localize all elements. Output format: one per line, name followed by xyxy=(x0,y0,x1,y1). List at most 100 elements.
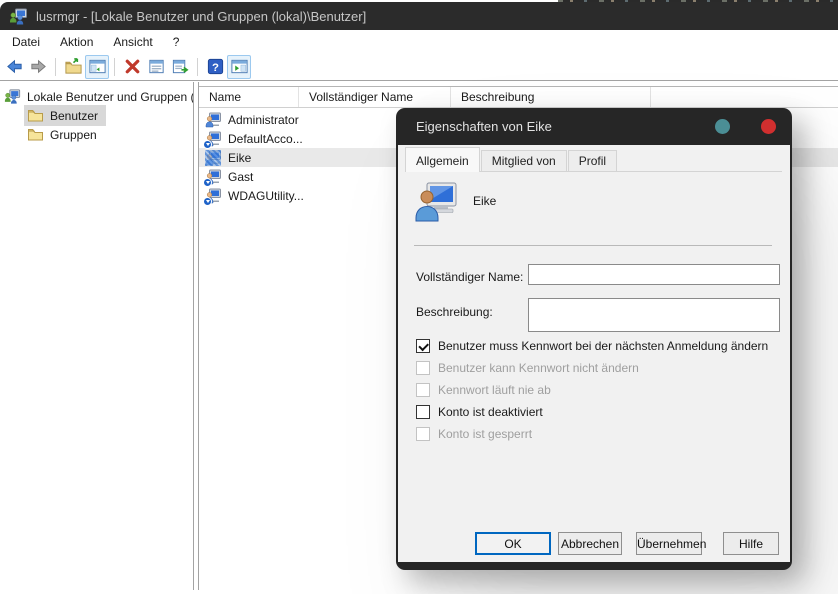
show-action-pane-button[interactable] xyxy=(227,55,251,79)
checkbox-cannot-change-password[interactable]: Benutzer kann Kennwort nicht ändern xyxy=(416,361,639,375)
sidebar-item-label: Benutzer xyxy=(50,109,98,123)
checkbox-icon xyxy=(416,339,430,353)
user-icon xyxy=(205,112,221,128)
svg-text:?: ? xyxy=(212,62,219,74)
sidebar-item-label: Gruppen xyxy=(50,128,97,142)
properties-icon xyxy=(147,57,166,76)
user-header: Eike xyxy=(414,180,772,230)
menu-aktion[interactable]: Aktion xyxy=(50,32,103,52)
checkbox-label: Konto ist gesperrt xyxy=(438,427,532,441)
window-titlebar[interactable]: lusrmgr - [Lokale Benutzer und Gruppen (… xyxy=(0,2,838,30)
checkbox-icon xyxy=(416,383,430,397)
dialog-body: Allgemein Mitglied von Profil Ei xyxy=(398,145,790,562)
help-icon: ? xyxy=(206,57,225,76)
checkbox-label: Benutzer kann Kennwort nicht ändern xyxy=(438,361,639,375)
user-name-label: Eike xyxy=(473,194,496,208)
tab-mitglied-von[interactable]: Mitglied von xyxy=(481,150,567,171)
toolbar: ? xyxy=(0,53,838,81)
tab-page-allgemein: Eike Vollständiger Name: Beschreibung: B… xyxy=(405,172,782,562)
tab-allgemein[interactable]: Allgemein xyxy=(405,147,480,172)
sidebar-item-gruppen[interactable]: Gruppen xyxy=(0,125,193,144)
dialog-title: Eigenschaften von Eike xyxy=(416,119,684,134)
full-name-label: Vollständiger Name: xyxy=(416,270,523,284)
column-header-filler xyxy=(651,87,838,107)
row-name: Gast xyxy=(228,170,253,184)
help-button-dialog[interactable]: Hilfe xyxy=(723,532,779,555)
up-level-folder-icon xyxy=(64,57,83,76)
dialog-titlebar[interactable]: Eigenschaften von Eike xyxy=(398,108,790,145)
back-icon xyxy=(5,57,24,76)
disabled-badge-icon xyxy=(203,178,212,187)
checkbox-account-disabled[interactable]: Konto ist deaktiviert xyxy=(416,405,543,419)
menu-ansicht[interactable]: Ansicht xyxy=(103,32,162,52)
row-name: Eike xyxy=(228,151,251,165)
row-name: DefaultAcco... xyxy=(228,132,303,146)
export-list-icon xyxy=(171,57,190,76)
description-label: Beschreibung: xyxy=(416,305,493,319)
checkbox-account-locked[interactable]: Konto ist gesperrt xyxy=(416,427,532,441)
menu-datei[interactable]: Datei xyxy=(2,32,50,52)
lusrmgr-snapin-icon xyxy=(4,88,21,105)
toolbar-separator xyxy=(55,58,56,76)
console-tree-pane: Lokale Benutzer und Gruppen (lokal) Benu… xyxy=(0,82,193,590)
column-header-beschreibung[interactable]: Beschreibung xyxy=(451,87,651,107)
checkbox-icon xyxy=(416,361,430,375)
description-input[interactable] xyxy=(528,298,780,332)
action-pane-icon xyxy=(230,57,249,76)
show-console-tree-button[interactable] xyxy=(85,55,109,79)
checkbox-label: Kennwort läuft nie ab xyxy=(438,383,551,397)
window-title: lusrmgr - [Lokale Benutzer und Gruppen (… xyxy=(36,9,366,24)
row-name: WDAGUtility... xyxy=(228,189,304,203)
forward-icon xyxy=(29,57,48,76)
menu-hilfe[interactable]: ? xyxy=(163,32,190,52)
toolbar-separator xyxy=(114,58,115,76)
tab-strip: Allgemein Mitglied von Profil xyxy=(405,147,782,172)
column-header-vollstaendiger-name[interactable]: Vollständiger Name xyxy=(299,87,451,107)
lusrmgr-app-icon xyxy=(9,7,28,26)
dialog-button-row: OK Abbrechen Übernehmen Hilfe xyxy=(405,532,782,556)
forward-button[interactable] xyxy=(26,55,50,79)
separator-line xyxy=(414,245,772,246)
checkbox-label: Konto ist deaktiviert xyxy=(438,405,543,419)
tab-profil[interactable]: Profil xyxy=(568,150,617,171)
list-header: Name Vollständiger Name Beschreibung xyxy=(199,86,838,108)
checkbox-must-change-password[interactable]: Benutzer muss Kennwort bei der nächsten … xyxy=(416,339,768,353)
tree-selection: Benutzer xyxy=(24,105,106,126)
close-button[interactable] xyxy=(761,119,776,134)
sidebar-item-benutzer[interactable]: Benutzer xyxy=(0,106,193,125)
minimize-button[interactable] xyxy=(715,119,730,134)
full-name-input[interactable] xyxy=(528,264,780,285)
folder-icon xyxy=(27,107,44,124)
user-account-icon xyxy=(414,180,458,224)
ok-button[interactable]: OK xyxy=(475,532,551,555)
delete-button[interactable] xyxy=(120,55,144,79)
back-button[interactable] xyxy=(2,55,26,79)
user-disabled-icon xyxy=(205,169,221,185)
tree-root-label: Lokale Benutzer und Gruppen (lokal) xyxy=(27,90,193,104)
checkbox-password-never-expires[interactable]: Kennwort läuft nie ab xyxy=(416,383,551,397)
menu-bar: Datei Aktion Ansicht ? xyxy=(0,30,838,53)
export-list-button[interactable] xyxy=(168,55,192,79)
properties-button[interactable] xyxy=(144,55,168,79)
row-name: Administrator xyxy=(228,113,299,127)
apply-button[interactable]: Übernehmen xyxy=(636,532,702,555)
user-icon-selected xyxy=(205,150,221,166)
tree-root-item[interactable]: Lokale Benutzer und Gruppen (lokal) xyxy=(0,87,193,106)
column-header-name[interactable]: Name xyxy=(199,87,299,107)
checkbox-label: Benutzer muss Kennwort bei der nächsten … xyxy=(438,339,768,353)
console-tree-icon xyxy=(88,57,107,76)
checkbox-icon xyxy=(416,405,430,419)
toolbar-separator xyxy=(197,58,198,76)
up-level-button[interactable] xyxy=(61,55,85,79)
delete-x-icon xyxy=(123,57,142,76)
disabled-badge-icon xyxy=(203,197,212,206)
help-button[interactable]: ? xyxy=(203,55,227,79)
properties-dialog: Eigenschaften von Eike Allgemein Mitglie… xyxy=(396,108,792,570)
cancel-button[interactable]: Abbrechen xyxy=(558,532,622,555)
tree-selection: Gruppen xyxy=(24,124,105,145)
checkbox-icon xyxy=(416,427,430,441)
user-disabled-icon xyxy=(205,188,221,204)
user-disabled-icon xyxy=(205,131,221,147)
folder-icon xyxy=(27,126,44,143)
disabled-badge-icon xyxy=(203,140,212,149)
